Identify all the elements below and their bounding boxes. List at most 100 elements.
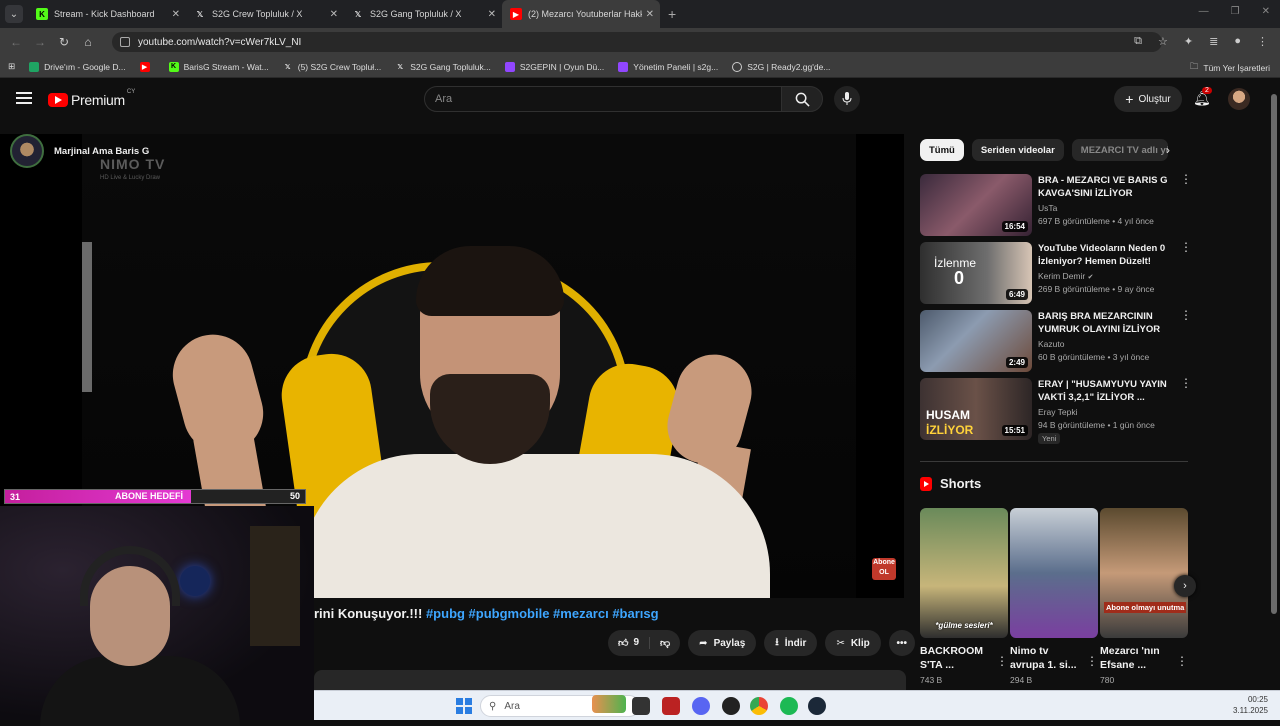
reco-title[interactable]: ERAY | "HUSAMYUYU YAYIN VAKTİ 3,2,1" İZL… [1038, 378, 1174, 404]
more-vert-icon[interactable]: ⋮ [1086, 654, 1098, 668]
reco-channel[interactable]: Kazuto [1038, 339, 1064, 349]
more-vert-icon[interactable]: ⋮ [1180, 309, 1192, 321]
close-tab-icon[interactable]: ✕ [330, 9, 338, 20]
short-title[interactable]: BACKROOM S'TA ... [920, 644, 992, 672]
chevron-right-icon[interactable]: › [1166, 143, 1170, 157]
close-tab-icon[interactable]: ✕ [488, 9, 496, 20]
apps-grid-icon[interactable]: ⊞ [8, 61, 15, 72]
short-title[interactable]: Mezarcı 'nın Efsane ... [1100, 644, 1172, 672]
browser-tab[interactable]: K Stream - Kick Dashboard ✕ [28, 0, 186, 28]
bookmark-item[interactable]: Yönetim Paneli | s2g... [618, 61, 718, 72]
video-thumbnail[interactable]: HUSAM İZLİYOR 15:51 [920, 378, 1032, 440]
browser-tab-active[interactable]: ▶ (2) Mezarcı Youtuberlar Hakkın ✕ [502, 0, 660, 28]
restore-icon[interactable]: ❐ [1231, 6, 1240, 17]
chip-series[interactable]: Seriden videolar [971, 139, 1064, 161]
close-tab-icon[interactable]: ✕ [172, 9, 180, 20]
download-button[interactable]: ⭳ İndir [764, 630, 818, 656]
more-vert-icon[interactable]: ⋮ [1180, 173, 1192, 185]
widgets-icon[interactable] [592, 695, 626, 713]
short-thumbnail[interactable]: *gülme sesleri* [920, 508, 1008, 638]
system-clock[interactable]: 00:25 3.11.2025 [1233, 694, 1268, 716]
reco-channel[interactable]: Kerim Demir ✔ [1038, 271, 1093, 281]
short-thumbnail[interactable] [1010, 508, 1098, 638]
back-icon[interactable]: ← [4, 35, 28, 49]
bookmark-star-icon[interactable]: ☆ [1158, 35, 1168, 48]
reading-list-icon[interactable]: ≣ [1209, 35, 1218, 48]
browser-tab[interactable]: 𝕏 S2G Gang Topluluk / X ✕ [344, 0, 502, 28]
short-item[interactable]: *gülme sesleri* BACKROOM S'TA ... 743 B … [920, 508, 1008, 685]
avatar[interactable] [1228, 88, 1250, 110]
windows-start-icon[interactable] [456, 698, 472, 714]
short-item[interactable]: Nimo tv avrupa 1. si... 294 B ⋮ [1010, 508, 1098, 685]
video-thumbnail[interactable]: 16:54 [920, 174, 1032, 236]
notifications-button[interactable]: 🔔︎ 2 [1193, 87, 1212, 107]
bookmark-item[interactable]: ▶ [139, 61, 155, 72]
page-scrollbar[interactable] [1271, 86, 1277, 686]
url-field[interactable]: youtube.com/watch?v=cWer7kLV_NI [112, 32, 1162, 52]
more-actions-button[interactable]: ••• [888, 630, 915, 656]
more-vert-icon[interactable]: ⋮ [1180, 241, 1192, 253]
profile-icon[interactable]: ● [1234, 35, 1241, 48]
bookmark-item[interactable]: S2GEPIN | Oyun Dü... [504, 61, 604, 72]
recommendation-item[interactable]: İzlenme 0 6:49 YouTube Videoların Neden … [920, 241, 1192, 306]
recommendation-item[interactable]: 2:49 BARIŞ BRA MEZARCININ YUMRUK OLAYINI… [920, 309, 1192, 374]
minimize-icon[interactable]: — [1199, 6, 1209, 17]
discord-icon[interactable] [692, 697, 710, 715]
home-icon[interactable]: ⌂ [76, 35, 100, 49]
video-thumbnail[interactable]: İzlenme 0 6:49 [920, 242, 1032, 304]
chip-channel[interactable]: MEZARCI TV adlı yük [1071, 139, 1168, 161]
like-button[interactable]: 👍︎ 9 [608, 637, 651, 649]
hamburger-menu-icon[interactable] [16, 92, 32, 104]
tab-search-menu-button[interactable]: ⌄ [5, 5, 23, 23]
reload-icon[interactable]: ↻ [52, 35, 76, 49]
clip-button[interactable]: ✂ Klip [825, 630, 881, 656]
short-item[interactable]: Abone olmayı unutma Mezarcı 'nın Efsane … [1100, 508, 1188, 685]
share-button[interactable]: ➦ Paylaş [688, 630, 757, 656]
youtube-logo[interactable]: Premium CY [48, 89, 135, 108]
chip-all[interactable]: Tümü [920, 139, 964, 161]
more-vert-icon[interactable]: ⋮ [1180, 377, 1192, 389]
bookmark-item[interactable]: 𝕏 (5) S2G Crew Topluł... [283, 62, 381, 72]
bookmark-item[interactable]: K BarisG Stream - Wat... [168, 61, 269, 72]
site-info-icon[interactable] [120, 37, 130, 47]
reco-title[interactable]: YouTube Videoların Neden 0 İzleniyor? He… [1038, 242, 1174, 268]
new-tab-button[interactable]: + [668, 6, 676, 22]
bookmark-item[interactable]: 𝕏 S2G Gang Topluluk... [395, 62, 490, 72]
bookmark-item[interactable]: S2G | Ready2.gg'de... [732, 61, 830, 72]
chrome-icon[interactable] [750, 697, 768, 715]
obs-icon[interactable] [722, 697, 740, 715]
steam-icon[interactable] [808, 697, 826, 715]
voice-search-button[interactable] [834, 86, 860, 112]
all-bookmarks[interactable]: 🗀 Tüm Yer İşaretleri [1190, 61, 1270, 75]
search-input[interactable]: Ara [424, 86, 782, 112]
forward-icon[interactable]: → [28, 35, 52, 49]
recommendation-item[interactable]: 16:54 BRA - MEZARCI VE BARIS G KAVGA'SIN… [920, 173, 1192, 238]
app-icon[interactable] [662, 697, 680, 715]
extensions-icon[interactable]: ✦ [1184, 35, 1193, 48]
reco-channel[interactable]: Eray Tepki [1038, 407, 1078, 417]
bookmark-item[interactable]: Drive'ım - Google D... [29, 61, 126, 72]
description-box[interactable] [314, 670, 906, 690]
reco-title[interactable]: BARIŞ BRA MEZARCININ YUMRUK OLAYINI İZLİ… [1038, 310, 1174, 337]
browser-tab[interactable]: 𝕏 S2G Crew Topluluk / X ✕ [186, 0, 344, 28]
more-vert-icon[interactable]: ⋮ [996, 654, 1008, 668]
recommendation-item[interactable]: HUSAM İZLİYOR 15:51 ERAY | "HUSAMYUYU YAY… [920, 377, 1192, 444]
create-button[interactable]: + Oluştur [1114, 86, 1182, 112]
task-view-icon[interactable] [632, 697, 650, 715]
close-tab-icon[interactable]: ✕ [646, 9, 654, 20]
install-app-icon[interactable]: ⧉ [1134, 35, 1142, 48]
dislike-button[interactable]: 👎︎ [650, 637, 680, 649]
short-title[interactable]: Nimo tv avrupa 1. si... [1010, 644, 1082, 672]
short-thumbnail[interactable]: Abone olmayı unutma [1100, 508, 1188, 638]
hashtags-link[interactable]: #pubg #pubgmobile #mezarcı #barısg [426, 606, 659, 621]
more-vert-icon[interactable]: ⋮ [1176, 654, 1188, 668]
video-thumbnail[interactable]: 2:49 [920, 310, 1032, 372]
spotify-icon[interactable] [780, 697, 798, 715]
menu-icon[interactable]: ⋮ [1257, 35, 1268, 48]
search-button[interactable] [781, 86, 823, 112]
shorts-next-button[interactable]: › [1174, 575, 1196, 597]
reco-title[interactable]: BRA - MEZARCI VE BARIS G KAVGA'SINI İZLİ… [1038, 174, 1174, 200]
close-window-icon[interactable]: ✕ [1262, 6, 1270, 17]
scrollbar-thumb[interactable] [1271, 94, 1277, 614]
reco-channel[interactable]: UsTa [1038, 203, 1057, 213]
